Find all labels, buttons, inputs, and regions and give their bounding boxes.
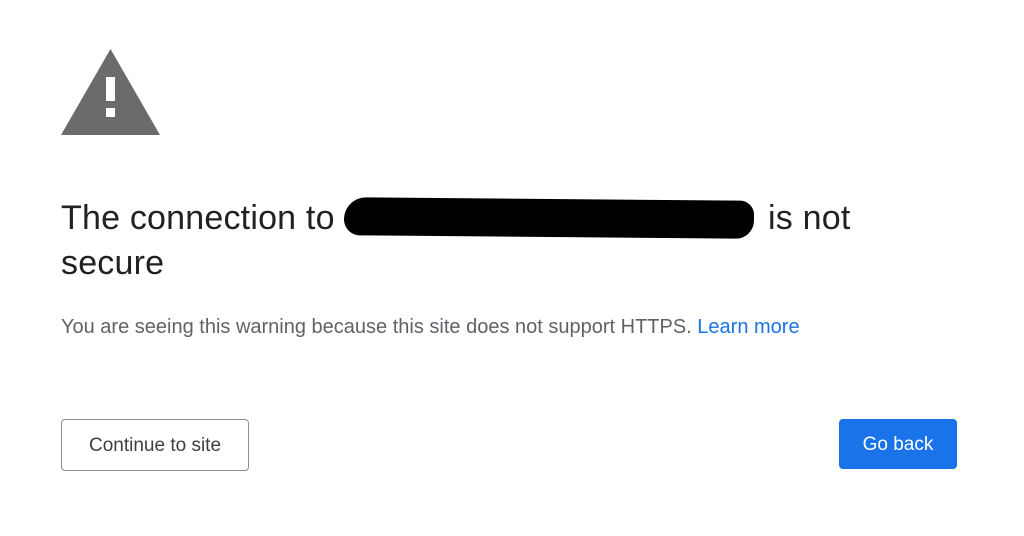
redacted-domain [344,197,755,239]
warning-triangle-icon [61,49,160,135]
continue-to-site-button[interactable]: Continue to site [61,419,249,471]
insecure-connection-warning-page: The connection to is not secure You are … [0,0,1024,536]
warning-message: You are seeing this warning because this… [61,315,941,339]
warning-message-text: You are seeing this warning because this… [61,316,692,338]
page-title: The connection to is not secure [61,196,881,286]
title-prefix: The connection to [61,199,335,237]
learn-more-link[interactable]: Learn more [697,316,799,338]
go-back-button[interactable]: Go back [839,419,957,469]
